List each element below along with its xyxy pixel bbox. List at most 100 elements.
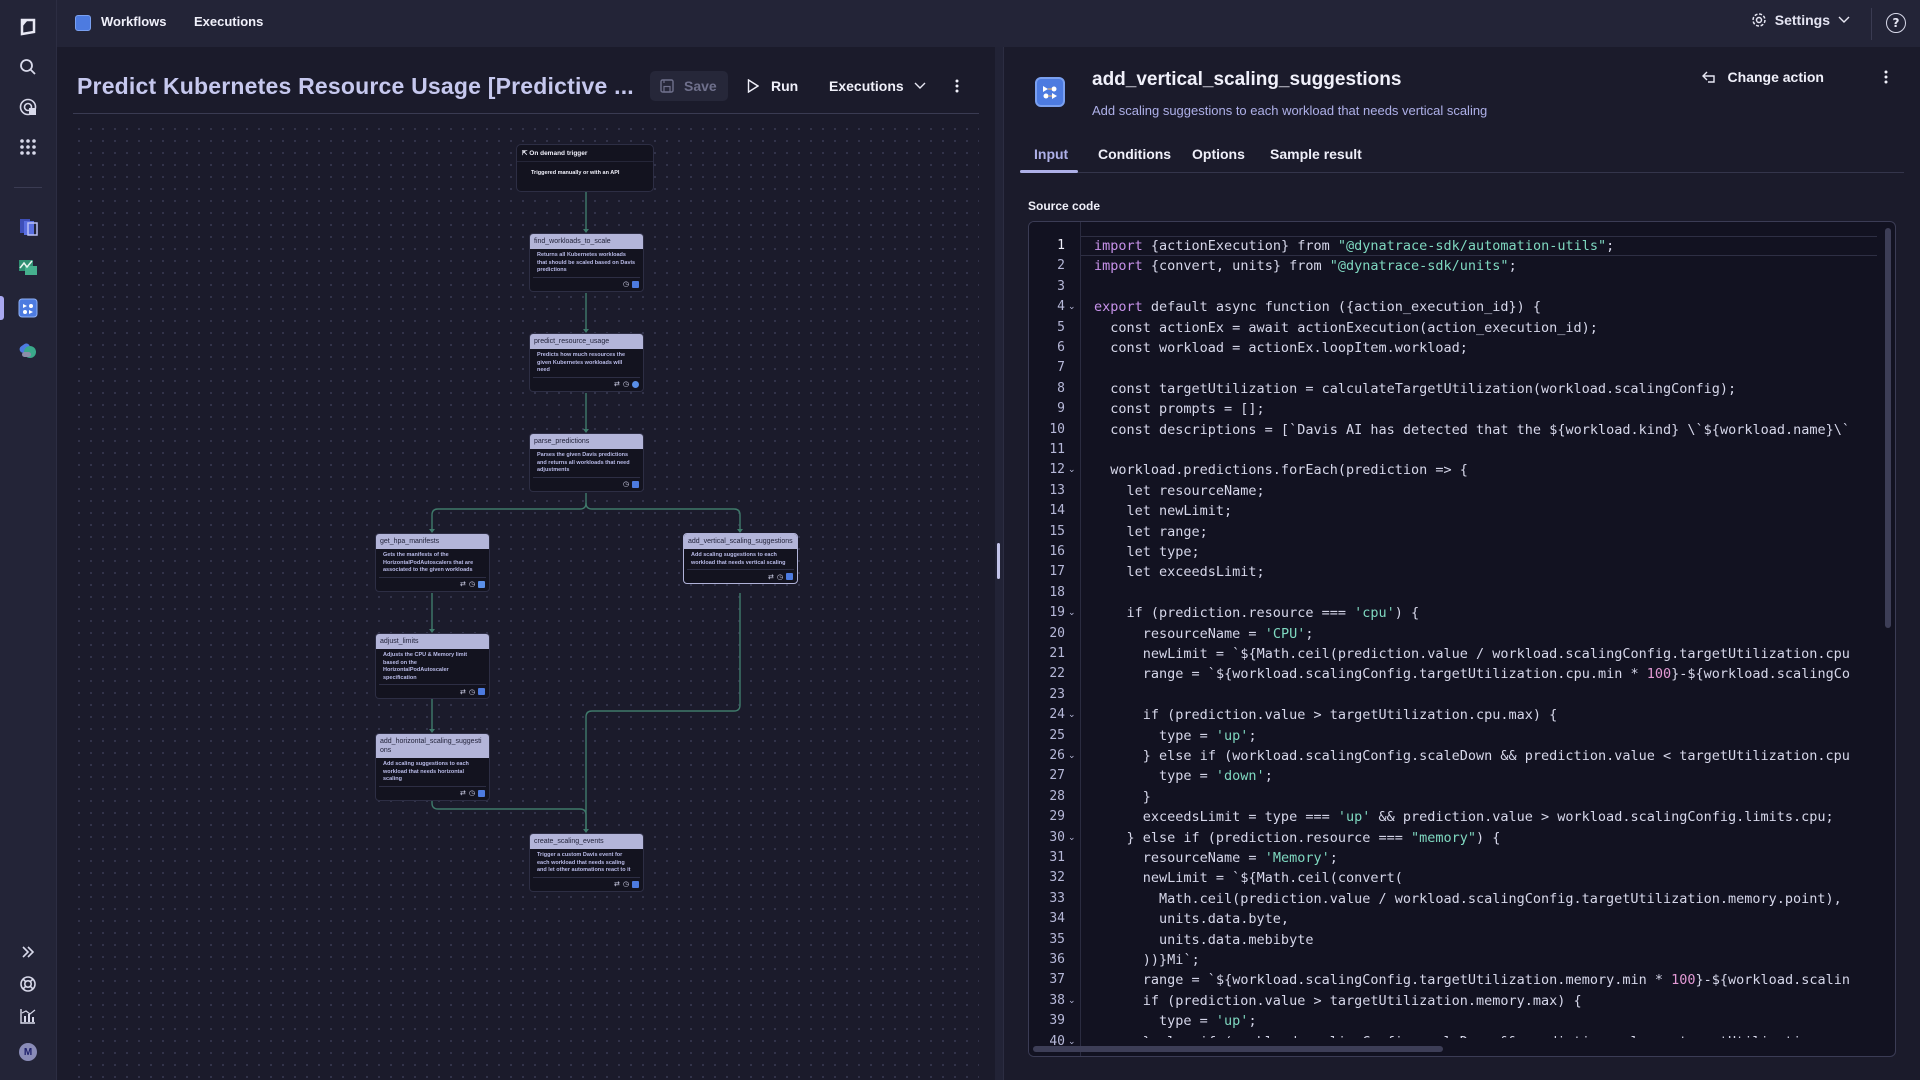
line-number-gutter: 1 2 3 4 ⌄ 5 6 7 8 9 10 11 12 ⌄ 13 14 15 16 17 18 19 ⌄ 20 21 22 23…: [1029, 222, 1081, 1056]
line-number: 14: [1049, 503, 1065, 519]
line-number: 30: [1049, 829, 1065, 845]
line-number: 33: [1049, 890, 1065, 906]
line-number: 39: [1049, 1013, 1065, 1029]
task-node[interactable]: adjust_limits Adjusts the CPU & Memory l…: [375, 633, 490, 699]
avatar-initial: M: [19, 1043, 37, 1061]
line-number: 8: [1057, 380, 1065, 396]
code-line: } else if (workload.scalingConfig.scaleD…: [1142, 748, 1850, 764]
code-line: ))}Mi`;: [1094, 952, 1200, 968]
task-node[interactable]: parse_predictions Parses the given Davis…: [529, 433, 644, 492]
line-number: 31: [1049, 850, 1065, 865]
task-node[interactable]: predict_resource_usage Predicts how much…: [529, 333, 644, 392]
code-text-area[interactable]: import {actionExecution} from "@dynatrac…: [1081, 222, 1877, 1038]
code-editor[interactable]: 1 2 3 4 ⌄ 5 6 7 8 9 10 11 12 ⌄ 13 14 15 16 17 18 19 ⌄ 20 21 22 23…: [1028, 221, 1896, 1057]
fold-chevron-icon[interactable]: ⌄: [1068, 705, 1076, 725]
code-line: range = `${workload.scalingConfig.target…: [1094, 972, 1850, 989]
tab-conditions[interactable]: Conditions: [1098, 146, 1171, 162]
left-rail: M: [0, 0, 57, 1080]
code-line: } else if (prediction.resource === "memo…: [1126, 829, 1501, 846]
divider: [73, 113, 979, 114]
vertical-scrollbar[interactable]: [1885, 228, 1891, 628]
fold-chevron-icon[interactable]: ⌄: [1068, 460, 1076, 480]
fold-chevron-icon[interactable]: ⌄: [1068, 603, 1076, 623]
horizontal-scrollbar[interactable]: [1033, 1046, 1443, 1052]
workflows-app-icon[interactable]: [16, 296, 40, 320]
code-line: let newLimit;: [1094, 503, 1233, 520]
action-description[interactable]: Add scaling suggestions to each workload…: [1092, 103, 1487, 118]
notebooks-app-icon[interactable]: [16, 337, 40, 361]
search-icon[interactable]: [16, 55, 40, 79]
line-number: 4: [1057, 299, 1065, 315]
line-number: 17: [1049, 564, 1065, 580]
action-more-button[interactable]: [1884, 69, 1888, 88]
gear-icon: [1752, 13, 1766, 27]
apps-grid-icon[interactable]: [16, 135, 40, 159]
action-title[interactable]: add_vertical_scaling_suggestions: [1092, 69, 1401, 91]
save-label: Save: [684, 78, 717, 94]
kubernetes-app-icon[interactable]: [16, 215, 40, 239]
task-node[interactable]: add_horizontal_scaling_suggestions Add s…: [375, 733, 490, 801]
code-line: if (prediction.resource === 'cpu') {: [1094, 605, 1420, 622]
workflow-title[interactable]: Predict Kubernetes Resource Usage [Predi…: [77, 73, 634, 100]
task-name: create_scaling_events: [530, 834, 643, 849]
user-avatar[interactable]: M: [16, 1040, 40, 1064]
task-node[interactable]: create_scaling_events Trigger a custom D…: [529, 833, 644, 892]
code-line: } else if (workload.scalingConfig.scaleD…: [1094, 1032, 1850, 1038]
source-code-label: Source code: [1028, 199, 1101, 213]
line-number: 6: [1057, 340, 1065, 355]
active-app-indicator: [0, 296, 4, 320]
explore-icon[interactable]: [16, 95, 40, 119]
workflows-action-icon: [478, 789, 485, 797]
tab-sample-result[interactable]: Sample result: [1270, 146, 1362, 162]
task-desc: Parses the given Davis predictions and r…: [533, 449, 640, 478]
workflows-app-icon: [75, 15, 91, 31]
save-button[interactable]: Save: [650, 71, 728, 101]
loop-icon: ⇄: [614, 880, 620, 888]
expand-icon[interactable]: [16, 940, 40, 964]
workflow-canvas[interactable]: ⇱ On demand trigger Triggered manually o…: [73, 123, 979, 1080]
dashboards-app-icon[interactable]: [16, 255, 40, 279]
resize-grip[interactable]: [997, 543, 1000, 579]
pane-resize-handle[interactable]: [995, 47, 1003, 1080]
code-line: type = 'up';: [1094, 727, 1257, 744]
tab-input[interactable]: Input: [1034, 146, 1068, 162]
tab-executions[interactable]: Executions: [194, 14, 263, 29]
trigger-node[interactable]: ⇱ On demand trigger Triggered manually o…: [516, 144, 654, 192]
task-node[interactable]: find_workloads_to_scale Returns all Kube…: [529, 233, 644, 292]
code-line: newLimit = `${Math.ceil(convert(: [1094, 870, 1403, 887]
line-number: 26: [1049, 748, 1065, 763]
settings-label: Settings: [1774, 12, 1830, 28]
fold-chevron-icon[interactable]: ⌄: [1068, 991, 1076, 1011]
fold-chevron-icon[interactable]: ⌄: [1068, 297, 1076, 317]
task-name: find_workloads_to_scale: [530, 234, 643, 249]
fold-chevron-icon[interactable]: ⌄: [1068, 828, 1076, 848]
change-action-button[interactable]: Change action: [1701, 69, 1824, 85]
fold-chevron-icon[interactable]: ⌄: [1068, 746, 1076, 766]
whats-new-icon[interactable]: [16, 1004, 40, 1028]
task-desc: Gets the manifests of the HorizontalPodA…: [379, 549, 486, 578]
help-icon[interactable]: ?: [1886, 13, 1906, 33]
clock-icon: ◷: [622, 280, 629, 288]
line-number: 36: [1049, 952, 1065, 967]
more-options-button[interactable]: [955, 71, 959, 101]
code-line: range = `${workload.scalingConfig.target…: [1094, 666, 1850, 683]
support-icon[interactable]: [16, 972, 40, 996]
clock-icon: ◷: [468, 789, 475, 797]
workflows-action-icon: [478, 688, 485, 695]
dynatrace-logo-icon[interactable]: [16, 15, 40, 39]
line-number: 13: [1049, 482, 1065, 498]
tab-options[interactable]: Options: [1192, 146, 1245, 162]
clock-icon: ◷: [622, 880, 629, 888]
line-number: 1: [1057, 238, 1065, 253]
line-number: 21: [1049, 646, 1065, 661]
code-line: newLimit = `${Math.ceil(prediction.value…: [1094, 646, 1850, 662]
run-button[interactable]: Run: [747, 71, 798, 101]
tab-workflows[interactable]: Workflows: [101, 14, 167, 29]
executions-dropdown[interactable]: Executions: [829, 71, 926, 101]
task-node[interactable]: get_hpa_manifests Gets the manifests of …: [375, 533, 490, 592]
settings-menu[interactable]: Settings: [1751, 12, 1850, 28]
line-number: 11: [1049, 442, 1065, 457]
task-desc: Adjusts the CPU & Memory limit based on …: [379, 649, 486, 685]
task-node-selected[interactable]: add_vertical_scaling_suggestions Add sca…: [683, 533, 798, 584]
line-number: 38: [1049, 992, 1065, 1008]
